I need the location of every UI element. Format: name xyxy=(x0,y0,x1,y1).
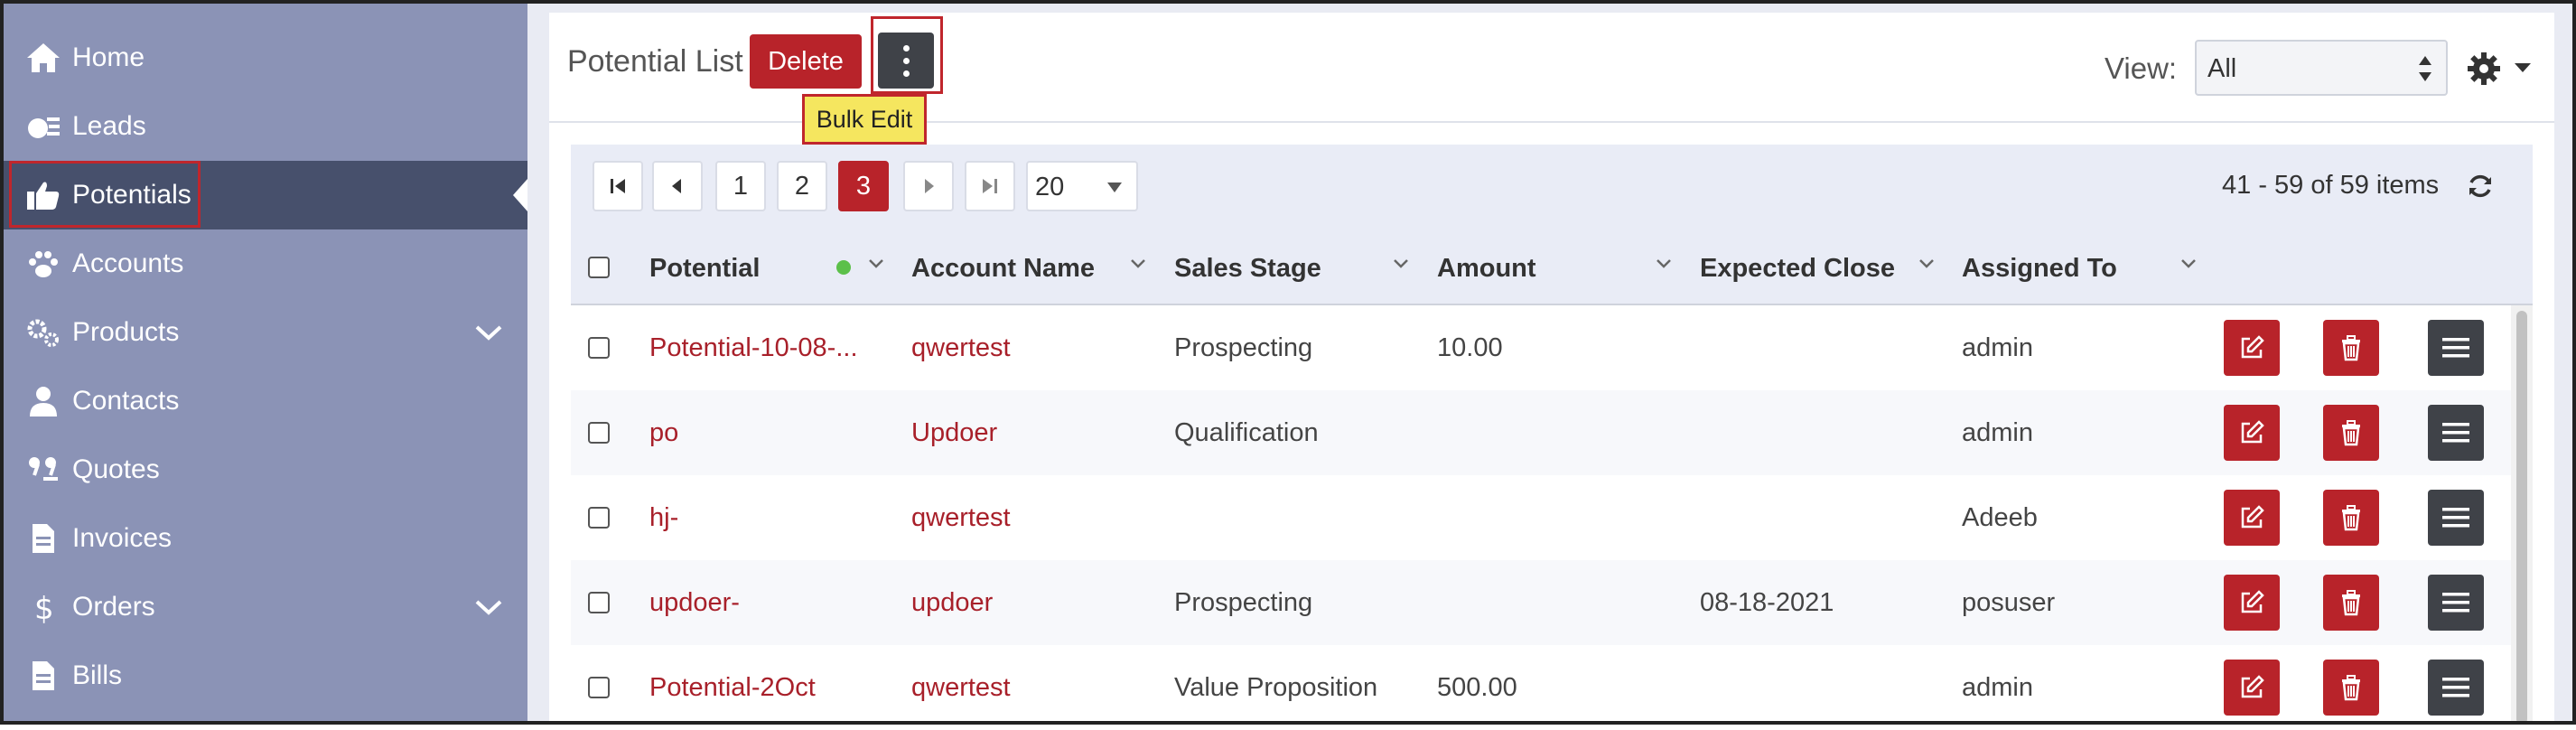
screenshot-frame xyxy=(0,0,2576,725)
